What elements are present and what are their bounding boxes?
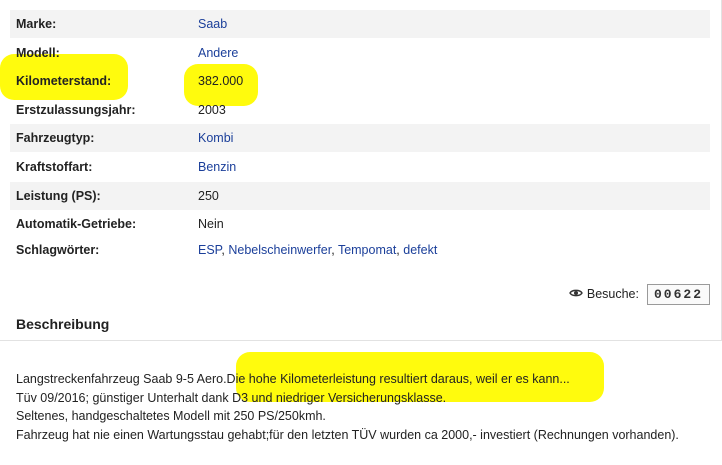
- spec-row-modell: Modell: Andere: [10, 39, 710, 67]
- spec-row-schlagwoerter: Schlagwörter: ESP, Nebelscheinwerfer, Te…: [16, 243, 438, 257]
- spec-row-leistung: Leistung (PS): 250: [10, 182, 710, 210]
- spec-value: 2003: [198, 103, 226, 117]
- spec-row-kraftstoff: Kraftstoffart: Benzin: [10, 153, 710, 181]
- spec-label: Erstzulassungsjahr:: [16, 103, 136, 117]
- spec-label: Kilometerstand:: [16, 74, 112, 88]
- spec-row-fahrzeugtyp: Fahrzeugtyp: Kombi: [10, 124, 710, 152]
- description-line: Langstreckenfahrzeug Saab 9-5 Aero.Die h…: [16, 372, 570, 386]
- visits-label: Besuche:: [586, 287, 639, 301]
- spec-link-kraftstoff[interactable]: Benzin: [198, 160, 236, 174]
- description-title: Beschreibung: [16, 316, 110, 332]
- spec-row-erstzulassung: Erstzulassungsjahr: 2003: [10, 96, 710, 124]
- tag-link-tempomat[interactable]: Tempomat: [338, 243, 396, 257]
- spec-value: 382.000: [198, 74, 244, 88]
- spec-link-marke[interactable]: Saab: [198, 17, 227, 31]
- eye-icon: [569, 287, 583, 301]
- spec-label: Marke:: [16, 17, 57, 31]
- spec-value: Nein: [198, 217, 224, 231]
- spec-value: 250: [198, 189, 219, 203]
- spec-row-automatik: Automatik-Getriebe: Nein: [10, 210, 710, 238]
- description-line: Fahrzeug hat nie einen Wartungsstau geha…: [16, 427, 679, 442]
- visits-count: 00622: [646, 283, 710, 305]
- spec-label: Automatik-Getriebe:: [16, 217, 137, 231]
- spec-label: Modell:: [16, 46, 60, 60]
- spec-label: Fahrzeugtyp:: [16, 131, 95, 145]
- tag-link-esp[interactable]: ESP: [198, 243, 221, 257]
- spec-link-modell[interactable]: Andere: [198, 46, 238, 60]
- description-text: Langstreckenfahrzeug Saab 9-5 Aero.Die h…: [16, 370, 706, 444]
- spec-label: Kraftstoffart:: [16, 160, 93, 174]
- description-line: Tüv 09/2016; günstiger Unterhalt dank D3…: [16, 390, 447, 405]
- description-line: Seltenes, handgeschaltetes Modell mit 25…: [16, 409, 326, 423]
- spec-label: Schlagwörter:: [16, 243, 100, 257]
- spec-row-marke: Marke: Saab: [10, 10, 710, 38]
- spec-label: Leistung (PS):: [16, 189, 101, 203]
- visit-counter: Besuche: 00622: [569, 283, 710, 305]
- tag-link-nebelscheinwerfer[interactable]: Nebelscheinwerfer: [228, 243, 331, 257]
- tag-link-defekt[interactable]: defekt: [403, 243, 437, 257]
- spec-row-kilometerstand: Kilometerstand: 382.000: [10, 67, 710, 95]
- spec-link-fahrzeugtyp[interactable]: Kombi: [198, 131, 233, 145]
